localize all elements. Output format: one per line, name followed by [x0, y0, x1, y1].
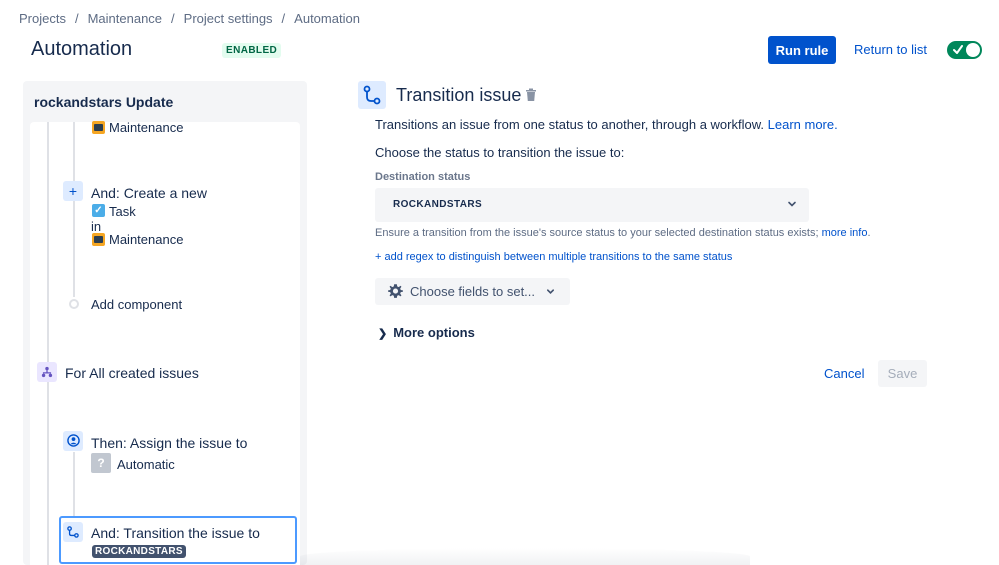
hint-end: .: [867, 227, 871, 239]
description-text: Transitions an issue from one status to …: [375, 117, 765, 132]
chevron-down-icon: [546, 289, 555, 294]
task-icon: ✓: [92, 204, 105, 217]
breadcrumb-automation[interactable]: Automation: [294, 11, 360, 26]
rule-enabled-toggle[interactable]: [947, 41, 982, 59]
breadcrumb-maintenance[interactable]: Maintenance: [88, 11, 162, 26]
issue-type: Task: [109, 204, 136, 219]
user-icon: [63, 431, 83, 451]
scroll-shadow: [300, 548, 750, 565]
destination-status-value: ROCKANDSTARS: [393, 199, 483, 210]
choose-prompt: Choose the status to transition the issu…: [375, 145, 625, 160]
toggle-knob: [966, 43, 980, 57]
project-name: Maintenance: [109, 120, 184, 135]
chevron-down-icon: [788, 201, 796, 207]
more-info-link[interactable]: more info: [822, 227, 868, 239]
branch-title: For All created issues: [65, 365, 199, 381]
branch-icon: [37, 362, 57, 382]
connector-line: [47, 382, 49, 565]
learn-more-link[interactable]: Learn more.: [768, 117, 838, 132]
choose-fields-button[interactable]: Choose fields to set...: [375, 278, 570, 305]
trash-icon[interactable]: [525, 88, 537, 102]
return-to-list-link[interactable]: Return to list: [854, 42, 927, 57]
in-label: in: [91, 219, 102, 234]
chevron-right-icon: ❯: [378, 328, 388, 340]
detail-description: Transitions an issue from one status to …: [375, 117, 838, 132]
gear-icon: [388, 284, 403, 298]
page-title: Automation: [31, 38, 133, 60]
component-title: And: Transition the issue to: [91, 525, 260, 541]
status-badge: ENABLED: [222, 43, 282, 58]
plus-icon: +: [63, 181, 83, 201]
run-rule-button[interactable]: Run rule: [768, 36, 836, 64]
destination-status-select[interactable]: ROCKANDSTARS: [375, 188, 809, 222]
add-regex-link[interactable]: + add regex to distinguish between multi…: [375, 251, 732, 263]
cancel-button[interactable]: Cancel: [824, 366, 864, 381]
destination-status-label: Destination status: [375, 171, 471, 183]
connector-line: [73, 122, 75, 297]
more-options-label: More options: [393, 325, 475, 340]
avatar: ?: [91, 453, 111, 473]
assignee-value: Automatic: [117, 457, 175, 472]
breadcrumb-separator: /: [171, 11, 175, 26]
save-button[interactable]: Save: [878, 360, 927, 387]
component-title: Then: Assign the issue to: [91, 435, 248, 451]
project-name: Maintenance: [109, 232, 184, 247]
hint-text: Ensure a transition from the issue's sou…: [375, 227, 819, 239]
transition-icon: [358, 81, 386, 109]
project-icon: [92, 121, 105, 134]
component-title: And: Create a new: [91, 185, 207, 201]
connector-line: [47, 122, 49, 362]
rule-name[interactable]: rockandstars Update: [34, 94, 173, 110]
transition-icon: [63, 522, 83, 542]
breadcrumb-project-settings[interactable]: Project settings: [184, 11, 273, 26]
more-options-toggle[interactable]: ❯ More options: [378, 325, 475, 340]
add-component-link[interactable]: Add component: [91, 297, 182, 312]
add-component-dot: [69, 299, 79, 309]
choose-fields-label: Choose fields to set...: [410, 284, 536, 299]
destination-hint: Ensure a transition from the issue's sou…: [375, 227, 871, 239]
breadcrumb-separator: /: [281, 11, 286, 26]
breadcrumb-projects[interactable]: Projects: [19, 11, 66, 26]
project-icon: [92, 233, 105, 246]
detail-title: Transition issue: [396, 85, 522, 105]
connector-line: [73, 452, 75, 516]
breadcrumb-separator: /: [74, 11, 79, 26]
status-lozenge: ROCKANDSTARS: [92, 545, 186, 558]
breadcrumb: Projects / Maintenance / Project setting…: [19, 11, 360, 26]
rule-steps-panel: rockandstars Update: [23, 81, 307, 565]
check-icon: [953, 45, 963, 54]
